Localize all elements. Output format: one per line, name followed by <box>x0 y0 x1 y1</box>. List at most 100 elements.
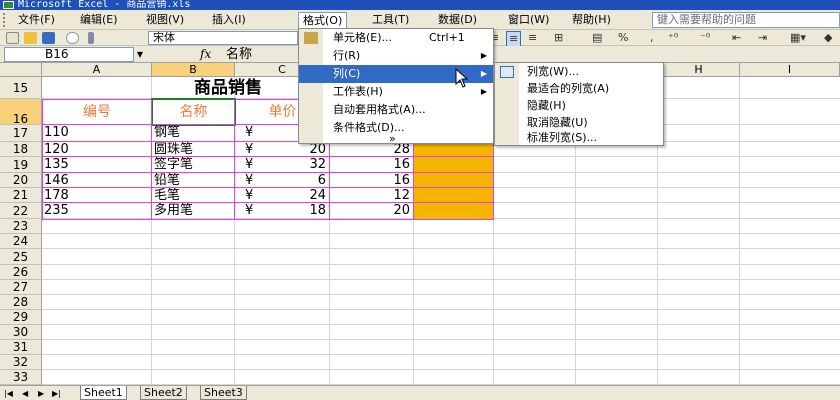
new-document-icon[interactable] <box>6 32 19 44</box>
menu-edit[interactable]: 编辑(E) <box>76 12 122 28</box>
sheet-tab-1[interactable]: Sheet1 <box>80 386 127 400</box>
row-header-25[interactable]: 25 <box>0 249 42 265</box>
cell-quantity[interactable]: 12 <box>330 188 414 203</box>
row-header-31[interactable]: 31 <box>0 340 42 355</box>
cell-currency-symbol[interactable]: ¥ <box>235 173 265 188</box>
toolbar-options-icon[interactable] <box>88 32 94 44</box>
prev-sheet-icon[interactable]: ◀ <box>22 388 28 399</box>
row-header-16[interactable]: 16 <box>0 99 42 126</box>
cell-price[interactable]: 32 <box>265 157 330 173</box>
row-header-33[interactable]: 33 <box>0 370 42 385</box>
currency-icon[interactable]: ▤ <box>592 31 602 45</box>
cell-price[interactable]: 24 <box>265 188 330 203</box>
submenu-item-autofit[interactable]: 最适合的列宽(A) <box>495 80 663 98</box>
chevron-down-icon[interactable]: ▼ <box>134 47 146 62</box>
decrease-decimal-icon[interactable]: ⁻⁰ <box>700 31 710 45</box>
menu-format[interactable]: 格式(O) <box>298 12 348 28</box>
decrease-indent-icon[interactable]: ⇤ <box>732 31 741 45</box>
increase-indent-icon[interactable]: ⇥ <box>758 31 767 45</box>
row-header-19[interactable]: 19 <box>0 157 42 173</box>
cell-id[interactable]: 110 <box>44 125 150 142</box>
cell-id[interactable]: 178 <box>44 188 150 203</box>
row-header-22[interactable]: 22 <box>0 203 42 219</box>
menu-window[interactable]: 窗口(W) <box>504 12 553 28</box>
column-header-h[interactable]: H <box>658 63 740 77</box>
comma-style-icon[interactable]: , <box>650 31 654 45</box>
merge-center-icon[interactable]: ⊞ <box>554 31 563 45</box>
cell-name[interactable]: 圆珠笔 <box>154 142 234 157</box>
row-header-28[interactable]: 28 <box>0 295 42 310</box>
font-name-select[interactable]: 宋体 <box>148 31 298 45</box>
column-header-a[interactable]: A <box>42 63 152 77</box>
submenu-item-hide[interactable]: 隐藏(H) <box>495 97 663 115</box>
row-header-29[interactable]: 29 <box>0 310 42 325</box>
open-folder-icon[interactable] <box>24 32 37 44</box>
row-header-24[interactable]: 24 <box>0 234 42 249</box>
cell-id[interactable]: 135 <box>44 157 150 173</box>
submenu-item-standard-width[interactable]: 标准列宽(S)... <box>495 129 663 147</box>
menu-view[interactable]: 视图(V) <box>142 12 188 28</box>
fill-color-icon[interactable]: ◆ <box>824 31 832 45</box>
column-header-b[interactable]: B <box>152 63 235 77</box>
cell-quantity[interactable]: 20 <box>330 203 414 219</box>
row-header-18[interactable]: 18 <box>0 142 42 157</box>
menu-data[interactable]: 数据(D) <box>434 12 481 28</box>
row-header-15[interactable]: 15 <box>0 77 42 99</box>
first-sheet-icon[interactable]: |◀ <box>4 388 13 399</box>
cell-currency-symbol[interactable]: ¥ <box>235 125 265 142</box>
cell-currency-symbol[interactable]: ¥ <box>235 188 265 203</box>
cell-currency-symbol[interactable]: ¥ <box>235 142 265 157</box>
menu-expand-more[interactable]: » <box>299 133 493 147</box>
row-header-23[interactable]: 23 <box>0 219 42 234</box>
cell-price[interactable]: 6 <box>265 173 330 188</box>
menu-item-cells[interactable]: 单元格(E)... Ctrl+1 <box>299 29 493 47</box>
menu-item-row[interactable]: 行(R) ▶ <box>299 47 493 65</box>
menu-tools[interactable]: 工具(T) <box>368 12 413 28</box>
row-border <box>42 187 494 188</box>
align-center-icon[interactable]: ≡ <box>506 31 522 47</box>
cell-quantity[interactable]: 16 <box>330 157 414 173</box>
cell-name[interactable]: 毛笔 <box>154 188 234 203</box>
row-header-32[interactable]: 32 <box>0 355 42 370</box>
menubar-grip[interactable] <box>3 13 7 27</box>
save-icon[interactable] <box>42 32 55 44</box>
borders-icon[interactable]: ▦▾ <box>790 31 806 45</box>
formula-input[interactable]: 名称 <box>226 47 301 62</box>
active-cell-b16[interactable] <box>151 98 236 126</box>
help-search-input[interactable]: 键入需要帮助的问题 <box>652 12 840 28</box>
menu-item-autoformat[interactable]: 自动套用格式(A)... <box>299 101 493 119</box>
increase-decimal-icon[interactable]: ⁺⁰ <box>668 31 678 45</box>
next-sheet-icon[interactable]: ▶ <box>38 388 44 399</box>
cell-name[interactable]: 签字笔 <box>154 157 234 173</box>
row-header-27[interactable]: 27 <box>0 280 42 295</box>
menu-file[interactable]: 文件(F) <box>14 12 59 28</box>
cell-id[interactable]: 146 <box>44 173 150 188</box>
help-icon[interactable] <box>66 32 79 44</box>
cell-currency-symbol[interactable]: ¥ <box>235 203 265 219</box>
cell-price[interactable]: 18 <box>265 203 330 219</box>
cell-name[interactable]: 铅笔 <box>154 173 234 188</box>
menu-insert[interactable]: 插入(I) <box>208 12 250 28</box>
insert-function-icon[interactable]: fx <box>200 47 211 62</box>
column-header-i[interactable]: I <box>740 63 840 77</box>
select-all-corner[interactable] <box>0 63 42 77</box>
row-header-30[interactable]: 30 <box>0 325 42 340</box>
cell-name[interactable]: 多用笔 <box>154 203 234 219</box>
cell-name[interactable]: 钢笔 <box>154 125 234 142</box>
align-right-icon[interactable]: ≡ <box>528 31 537 45</box>
cell-id[interactable]: 120 <box>44 142 150 157</box>
sheet-tab-2[interactable]: Sheet2 <box>140 386 187 400</box>
submenu-item-column-width[interactable]: 列宽(W)... <box>495 63 663 81</box>
row-header-20[interactable]: 20 <box>0 173 42 188</box>
row-header-26[interactable]: 26 <box>0 265 42 280</box>
menu-help[interactable]: 帮助(H) <box>568 12 615 28</box>
row-header-21[interactable]: 21 <box>0 188 42 203</box>
cell-currency-symbol[interactable]: ¥ <box>235 157 265 173</box>
percent-button[interactable]: % <box>618 31 628 45</box>
cell-quantity[interactable]: 16 <box>330 173 414 188</box>
last-sheet-icon[interactable]: ▶| <box>52 388 61 399</box>
sheet-tab-3[interactable]: Sheet3 <box>200 386 247 400</box>
cell-id[interactable]: 235 <box>44 203 150 219</box>
row-header-17[interactable]: 17 <box>0 125 42 142</box>
name-box[interactable]: B16 <box>4 47 134 62</box>
